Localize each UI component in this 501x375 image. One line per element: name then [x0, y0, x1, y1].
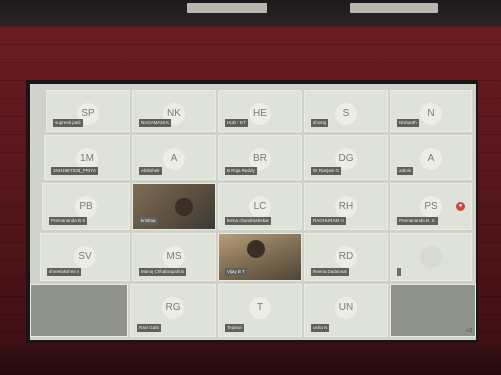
participant-tile[interactable]: N Nishanth	[390, 90, 472, 132]
avatar: LC	[249, 196, 271, 218]
avatar: SV	[74, 246, 96, 268]
participant-name: usha N	[311, 324, 330, 332]
projection-screen: SP supreeti patil NK NAGAMANI K HE HoD -…	[30, 84, 476, 340]
participant-name: Tejaswi	[225, 324, 244, 332]
participant-tile[interactable]: SV shreelakshmi v	[40, 233, 130, 281]
avatar: S	[335, 103, 357, 125]
participant-name: B Roja Reddy	[225, 167, 257, 175]
participant-name: Abhishek	[139, 167, 162, 175]
ceiling-light	[187, 3, 267, 13]
participant-tile[interactable]: T Tejaswi	[218, 284, 302, 337]
participant-name: 1NH19ET038_PRIYA	[51, 167, 98, 175]
video-grid: SP supreeti patil NK NAGAMANI K HE HoD -…	[30, 84, 476, 340]
participant-name: HoD - ET	[225, 119, 248, 127]
participant-name: leena chandrashekar	[225, 217, 272, 225]
participant-tile[interactable]: A admin	[390, 135, 472, 180]
participant-name	[397, 268, 401, 276]
participant-tile[interactable]: RD Reena Dadarwal	[304, 233, 388, 281]
participant-name: supreeti patil	[53, 119, 83, 127]
participant-tile[interactable]: MS Manoj Chhabrapalli B	[132, 233, 216, 281]
participant-name: Premananda B. S.	[397, 217, 438, 225]
participant-tile[interactable]: 1M 1NH19ET038_PRIYA	[44, 135, 130, 180]
avatar: RG	[162, 297, 184, 319]
participant-name: Dr Ranjani G	[311, 167, 342, 175]
avatar: HE	[249, 103, 271, 125]
participant-name: admin	[397, 167, 414, 175]
participant-name: Ravi Gatti	[137, 324, 161, 332]
record-icon[interactable]: ●	[456, 202, 465, 211]
participant-video[interactable]: Vijay B T	[218, 233, 302, 281]
avatar: N	[420, 103, 442, 125]
participant-tile[interactable]: S shivraj	[304, 90, 388, 132]
participant-tile[interactable]: A Abhishek	[132, 135, 216, 180]
avatar: PB	[75, 196, 97, 218]
page-counter[interactable]: +3	[466, 328, 472, 334]
empty-tile	[30, 284, 128, 337]
participant-name: shivraj	[311, 119, 329, 127]
participant-name: Manoj Chhabrapalli B	[139, 268, 187, 276]
ceiling-light	[350, 3, 438, 13]
participant-name: RAGHURAM H	[311, 217, 346, 225]
participant-tile[interactable]: DG Dr Ranjani G	[304, 135, 388, 180]
participant-video[interactable]: krishna	[132, 183, 216, 230]
participant-tile[interactable]: PS ● Premananda B. S.	[390, 183, 472, 230]
participant-name: krishna	[139, 217, 158, 225]
empty-tile: +3	[390, 284, 476, 337]
participant-tile[interactable]: BR B Roja Reddy	[218, 135, 302, 180]
participant-name: Premananda B S	[49, 217, 88, 225]
avatar: UN	[335, 297, 357, 319]
participant-tile[interactable]: PB Premananda B S	[42, 183, 130, 230]
participant-tile[interactable]: UN usha N	[304, 284, 388, 337]
participant-name: Vijay B T	[225, 268, 247, 276]
floor	[0, 343, 501, 375]
person-silhouette	[175, 198, 193, 216]
participant-name: NAGAMANI K	[139, 119, 172, 127]
participant-name: Reena Dadarwal	[311, 268, 349, 276]
avatar	[420, 246, 442, 268]
avatar: T	[249, 297, 271, 319]
participant-name: shreelakshmi v	[47, 268, 82, 276]
person-silhouette	[247, 240, 265, 258]
avatar: RH	[335, 196, 357, 218]
participant-tile[interactable]: SP supreeti patil	[46, 90, 130, 132]
participant-tile[interactable]: LC leena chandrashekar	[218, 183, 302, 230]
participant-tile[interactable]: HE HoD - ET	[218, 90, 302, 132]
participant-tile[interactable]	[390, 233, 472, 281]
ceiling	[0, 0, 501, 26]
avatar: PS	[420, 196, 442, 218]
participant-name: Nishanth	[397, 119, 419, 127]
participant-tile[interactable]: RG Ravi Gatti	[130, 284, 216, 337]
avatar: MS	[163, 246, 185, 268]
participant-tile[interactable]: RH RAGHURAM H	[304, 183, 388, 230]
avatar: A	[420, 148, 442, 170]
avatar: A	[163, 148, 185, 170]
participant-tile[interactable]: NK NAGAMANI K	[132, 90, 216, 132]
avatar: RD	[335, 246, 357, 268]
